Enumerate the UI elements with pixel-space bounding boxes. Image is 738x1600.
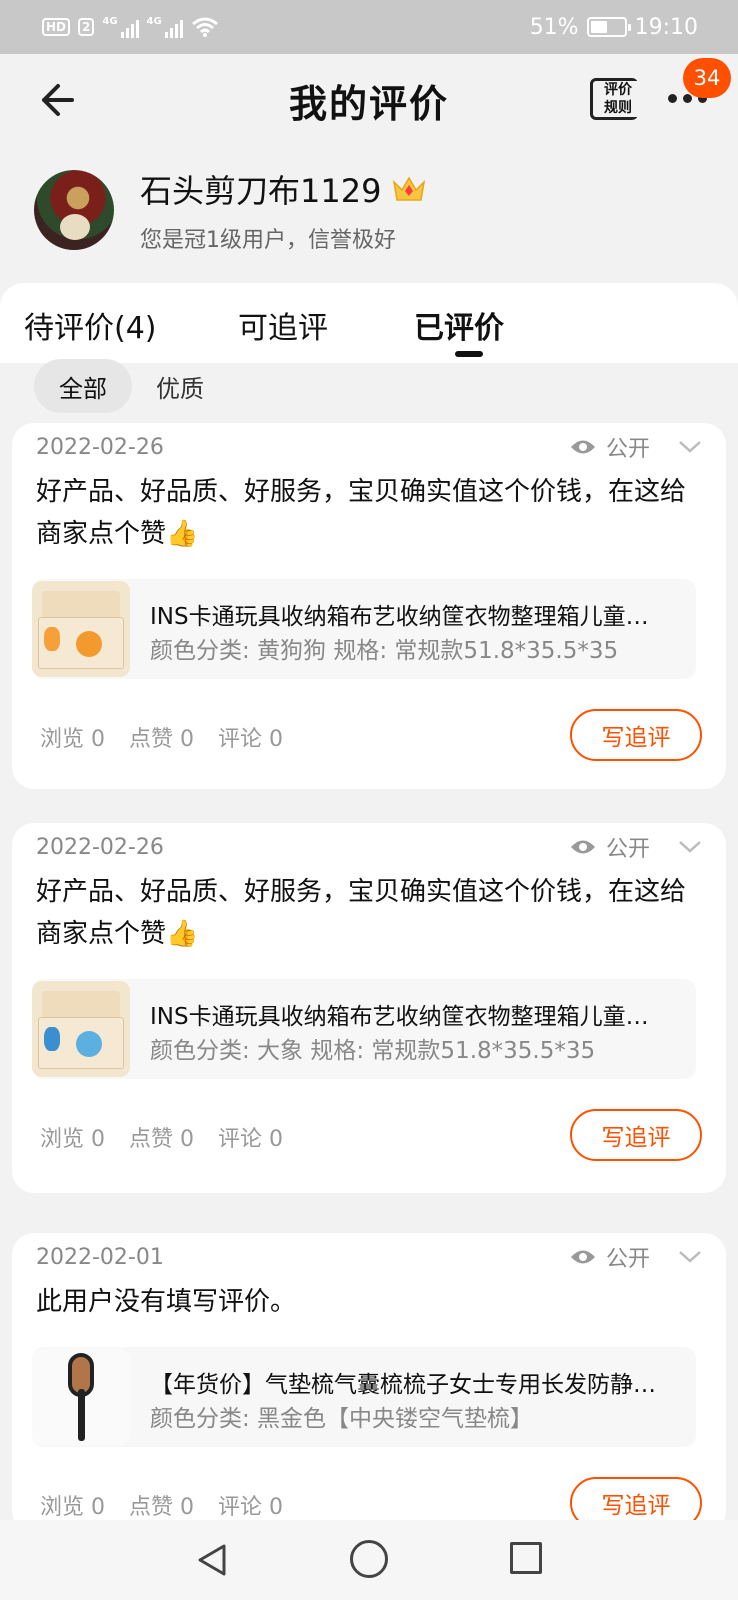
crown-icon xyxy=(393,176,426,201)
profile-text: 石头剪刀布1129 您是冠1级用户，信誉极好 xyxy=(140,166,427,254)
nav-back-icon[interactable] xyxy=(192,1540,232,1580)
review-card: 2022-02-01 公开 此用户没有填写评价。 【年货价】气垫梳气囊梳梳子女士… xyxy=(12,1233,726,1533)
nav-home-icon[interactable] xyxy=(350,1540,388,1578)
signal-icon: 4G xyxy=(147,16,183,38)
eye-icon xyxy=(570,840,595,854)
page-title: 我的评价 xyxy=(288,81,449,126)
tab-bar: 待评价(4) 可追评 已评价 xyxy=(0,283,738,363)
chevron-down-icon[interactable] xyxy=(678,1249,702,1265)
view-count: 浏览 0 xyxy=(40,1127,105,1152)
nav-recents-icon[interactable] xyxy=(510,1542,542,1574)
review-text: 此用户没有填写评价。 xyxy=(36,1287,297,1317)
reviews-panel: 待评价(4) 可追评 已评价 全部 优质 2022-02-26 公开 好产品、好… xyxy=(0,283,738,1533)
product-spec: 颜色分类: 黑金色【中央镂空气垫梳】 xyxy=(150,1406,534,1432)
tab-pending[interactable]: 待评价(4) xyxy=(24,303,157,347)
avatar[interactable] xyxy=(34,170,114,250)
filter-all[interactable]: 全部 xyxy=(34,359,132,413)
review-stats: 浏览 0 点赞 0 评论 0 xyxy=(40,1489,283,1521)
visibility-toggle[interactable]: 公开 xyxy=(570,1241,702,1273)
write-follow-up-button[interactable]: 写追评 xyxy=(570,1109,702,1161)
clock: 19:10 xyxy=(634,14,698,40)
visibility-label: 公开 xyxy=(605,1247,650,1272)
username-row: 石头剪刀布1129 xyxy=(140,166,427,212)
review-date: 2022-02-26 xyxy=(36,835,164,860)
review-text: 好产品、好品质、好服务，宝贝确实值这个价钱，在这给商家点个赞👍 xyxy=(36,477,687,549)
product-title: INS卡通玩具收纳箱布艺收纳筐衣物整理箱儿童储物箱 xyxy=(150,604,670,630)
visibility-toggle[interactable]: 公开 xyxy=(570,431,702,463)
status-left: HD 2 4G 4G xyxy=(42,16,219,38)
signal-icon: 4G xyxy=(102,16,139,38)
filter-quality[interactable]: 优质 xyxy=(156,359,204,413)
product-info[interactable]: INS卡通玩具收纳箱布艺收纳筐衣物整理箱儿童储物箱 颜色分类: 黄狗狗 规格: … xyxy=(32,579,696,679)
comment-count: 评论 0 xyxy=(218,1127,283,1152)
battery-percent: 51% xyxy=(529,14,579,40)
product-title: INS卡通玩具收纳箱布艺收纳筐衣物整理箱儿童储物箱 xyxy=(150,1004,670,1030)
product-spec: 颜色分类: 大象 规格: 常规款51.8*35.5*35 xyxy=(150,1038,596,1064)
battery-icon xyxy=(586,17,631,37)
wifi-icon xyxy=(191,17,218,37)
tab-reviewed[interactable]: 已评价 xyxy=(414,303,504,347)
comment-count: 评论 0 xyxy=(218,1495,283,1520)
chevron-down-icon[interactable] xyxy=(678,839,702,855)
product-info[interactable]: 【年货价】气垫梳气囊梳梳子女士专用长发防静电按摩梳 颜色分类: 黑金色【中央镂空… xyxy=(32,1347,696,1447)
sim-icon: 2 xyxy=(78,18,95,36)
like-count: 点赞 0 xyxy=(129,1127,194,1152)
visibility-label: 公开 xyxy=(605,437,650,462)
product-title: 【年货价】气垫梳气囊梳梳子女士专用长发防静电按摩梳 xyxy=(150,1372,670,1398)
notification-badge: 34 xyxy=(683,58,731,98)
tab-follow-up[interactable]: 可追评 xyxy=(238,303,328,347)
review-stats: 浏览 0 点赞 0 评论 0 xyxy=(40,721,283,753)
eye-icon xyxy=(570,1250,595,1264)
status-right: 51% 19:10 xyxy=(530,15,698,40)
profile: 石头剪刀布1129 您是冠1级用户，信誉极好 xyxy=(34,166,427,254)
header: 我的评价 评价 规则 34 xyxy=(0,54,738,146)
product-spec: 颜色分类: 黄狗狗 规格: 常规款51.8*35.5*35 xyxy=(150,638,619,664)
comment-count: 评论 0 xyxy=(218,727,283,752)
product-thumbnail xyxy=(32,1349,130,1445)
view-count: 浏览 0 xyxy=(40,727,105,752)
credit-level: 您是冠1级用户，信誉极好 xyxy=(140,228,396,253)
review-card: 2022-02-26 公开 好产品、好品质、好服务，宝贝确实值这个价钱，在这给商… xyxy=(12,823,726,1193)
chevron-down-icon[interactable] xyxy=(678,439,702,455)
product-thumbnail xyxy=(32,981,130,1077)
review-card: 2022-02-26 公开 好产品、好品质、好服务，宝贝确实值这个价钱，在这给商… xyxy=(12,423,726,789)
arrow-left-icon[interactable] xyxy=(36,80,76,120)
username: 石头剪刀布1129 xyxy=(140,172,382,210)
status-bar: HD 2 4G 4G 51% 19:10 xyxy=(0,0,738,54)
like-count: 点赞 0 xyxy=(129,1495,194,1520)
review-text: 好产品、好品质、好服务，宝贝确实值这个价钱，在这给商家点个赞👍 xyxy=(36,877,687,949)
visibility-toggle[interactable]: 公开 xyxy=(570,831,702,863)
system-nav-bar xyxy=(0,1520,738,1600)
rules-button[interactable]: 评价 规则 xyxy=(590,76,640,122)
product-info[interactable]: INS卡通玩具收纳箱布艺收纳筐衣物整理箱儿童储物箱 颜色分类: 大象 规格: 常… xyxy=(32,979,696,1079)
review-stats: 浏览 0 点赞 0 评论 0 xyxy=(40,1121,283,1153)
write-follow-up-button[interactable]: 写追评 xyxy=(570,709,702,761)
tab-indicator xyxy=(455,351,483,357)
visibility-label: 公开 xyxy=(605,837,650,862)
like-count: 点赞 0 xyxy=(129,727,194,752)
review-date: 2022-02-01 xyxy=(36,1245,164,1270)
review-date: 2022-02-26 xyxy=(36,435,164,460)
product-thumbnail xyxy=(32,581,130,677)
eye-icon xyxy=(570,440,595,454)
rules-label: 评价 规则 xyxy=(604,81,640,117)
hd-icon: HD xyxy=(42,18,71,36)
view-count: 浏览 0 xyxy=(40,1495,105,1520)
